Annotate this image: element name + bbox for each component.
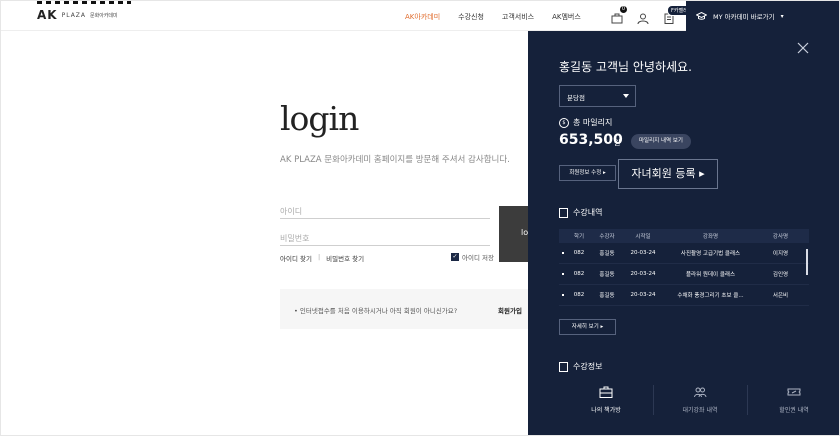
cart-icon[interactable]: 0 [611, 6, 627, 24]
find-links: 아이디 찾기 | 비밀번호 찾기 [280, 253, 364, 263]
col-start: 시작일 [635, 234, 651, 240]
cell-start: 20-03-24 [630, 271, 656, 277]
chevron-down-icon [623, 94, 629, 98]
cell-student: 홍길동 [599, 251, 615, 257]
ak-plaza-logo[interactable]: AK PLAZA 문화아카데미 [37, 7, 118, 23]
edit-profile-button[interactable]: 회원정보 수정 ▸ [559, 165, 616, 181]
branch-value: 분당점 [567, 94, 585, 102]
join-link[interactable]: 회원가입 [498, 305, 522, 315]
logo-ak: AK [37, 8, 58, 22]
cell-student: 홍길동 [599, 293, 615, 299]
coupon-label: 할인권 내역 [779, 407, 809, 414]
waitlist-label: 대기강좌 내역 [682, 407, 718, 414]
cell-start: 20-03-24 [630, 250, 656, 256]
cell-start: 20-03-24 [630, 292, 656, 298]
ticket-icon [787, 388, 801, 396]
logo-sub: 문화아카데미 [90, 12, 118, 19]
user-icon[interactable] [637, 9, 649, 25]
nav-enroll[interactable]: 수강신청 [458, 12, 484, 22]
page: AK PLAZA 문화아카데미 AK아카데미 수강신청 고객서비스 AK멤버스 … [0, 0, 840, 436]
cell-term: 082 [573, 292, 585, 298]
join-notice: • 인터넷접수를 처음 이용하시거나 아직 회원이 아니신가요? 회원가입 [280, 289, 540, 329]
course-history-heading: 수강내역 [559, 207, 602, 218]
col-course: 강좌명 [702, 234, 719, 240]
cell-student: 홍길동 [599, 272, 615, 278]
cell-term: 082 [573, 271, 585, 277]
coupon-link[interactable]: 할인권 내역 [747, 381, 839, 421]
briefcase-icon [599, 386, 613, 398]
header-icons: 0 [611, 6, 675, 25]
id-input[interactable]: 아이디 [280, 203, 490, 219]
mileage-unit: 원 [614, 139, 621, 147]
coin-icon: $ [559, 117, 569, 128]
table-row[interactable]: 082 홍길동 20-03-24 수채화 풍경그리기 초보 클... 서은비 [559, 285, 809, 306]
login-description: AK PLAZA 문화아카데미 홈페이지를 방문해 주셔서 감사합니다. [280, 155, 510, 165]
edit-icon [559, 361, 568, 372]
register-child-button[interactable]: 자녀회원 등록 ▸ [618, 159, 718, 189]
find-id-link[interactable]: 아이디 찾기 [280, 253, 312, 263]
table-row[interactable]: 082 홍길동 20-03-24 사진촬영 고급기법 클래스 이지영 [559, 243, 809, 264]
bullet [562, 273, 564, 275]
cell-teacher: 김인영 [772, 272, 789, 278]
course-table: 학기 수강자 시작일 강좌명 강사명 082 홍길동 20-03-24 사진촬영… [559, 229, 809, 306]
graduation-cap-icon [696, 12, 707, 20]
login-title: login [280, 99, 359, 138]
cell-course: 수채화 풍경그리기 초보 클... [677, 293, 744, 299]
my-bag-label: 나의 책가방 [591, 407, 621, 414]
main-nav: AK아카데미 수강신청 고객서비스 AK멤버스 [405, 12, 581, 22]
cell-course: 사진촬영 고급기법 클래스 [680, 251, 741, 257]
mileage-label: 총 마일리지 [573, 118, 613, 127]
list-icon [559, 207, 568, 218]
mileage-heading: $ 총 마일리지 [559, 117, 612, 128]
table-row[interactable]: 082 홍길동 20-03-24 플라워 원데이 클래스 김인영 [559, 264, 809, 285]
col-student: 수강자 [599, 234, 615, 240]
course-history-title: 수강내역 [573, 208, 603, 217]
logo-decoration [37, 1, 131, 4]
nav-ak-academy[interactable]: AK아카데미 [405, 12, 440, 22]
cell-teacher: 서은비 [772, 293, 789, 299]
branch-select[interactable]: 분당점 [559, 85, 636, 107]
logo-plaza: PLAZA [61, 11, 87, 19]
people-icon [694, 387, 707, 398]
cart-badge: 0 [620, 6, 627, 13]
bullet [562, 294, 564, 296]
notice-text: 인터넷접수를 처음 이용하시거나 아직 회원이 아니신가요? [299, 307, 458, 315]
save-id-checkbox[interactable]: ✓ 아이디 저장 [451, 252, 494, 262]
view-more-button[interactable]: 자세히 보기 ▸ [559, 319, 616, 335]
table-header: 학기 수강자 시작일 강좌명 강사명 [559, 229, 809, 243]
divider: | [317, 253, 321, 261]
caret-down-icon: ▾ [780, 12, 784, 20]
nav-customer-service[interactable]: 고객서비스 [502, 12, 534, 22]
cell-teacher: 이지영 [772, 251, 789, 257]
check-icon: ✓ [451, 253, 459, 261]
my-academy-button[interactable]: MY 아카데미 바로가기 ▾ [686, 1, 839, 31]
waitlist-link[interactable]: 대기강좌 내역 [653, 381, 747, 421]
nav-ak-members[interactable]: AK멤버스 [552, 12, 581, 22]
bullet [562, 252, 564, 254]
course-info-heading: 수강정보 [559, 361, 602, 372]
my-academy-panel: 홍길동 고객님 안녕하세요. 분당점 $ 총 마일리지 653,500 원 마일… [528, 31, 839, 435]
save-id-label: 아이디 저장 [462, 254, 494, 262]
col-term: 학기 [573, 234, 585, 240]
close-icon[interactable] [795, 40, 811, 56]
mileage-history-button[interactable]: 마일리지 내역 보기 [631, 134, 691, 149]
cell-term: 082 [573, 250, 585, 256]
course-info-title: 수강정보 [573, 362, 603, 371]
find-password-link[interactable]: 비밀번호 찾기 [326, 253, 364, 263]
my-bag-link[interactable]: 나의 책가방 [559, 381, 653, 421]
cell-course: 플라워 원데이 클래스 [685, 272, 736, 278]
my-academy-label: MY 아카데미 바로가기 [713, 13, 775, 21]
site-header: AK PLAZA 문화아카데미 AK아카데미 수강신청 고객서비스 AK멤버스 … [1, 1, 839, 31]
password-input[interactable]: 비밀번호 [280, 230, 490, 246]
table-scrollbar[interactable] [806, 249, 808, 275]
col-teacher: 강사명 [772, 234, 789, 240]
greeting: 홍길동 고객님 안녕하세요. [559, 60, 692, 74]
quick-links: 나의 책가방 대기강좌 내역 할인권 내역 [559, 381, 839, 421]
